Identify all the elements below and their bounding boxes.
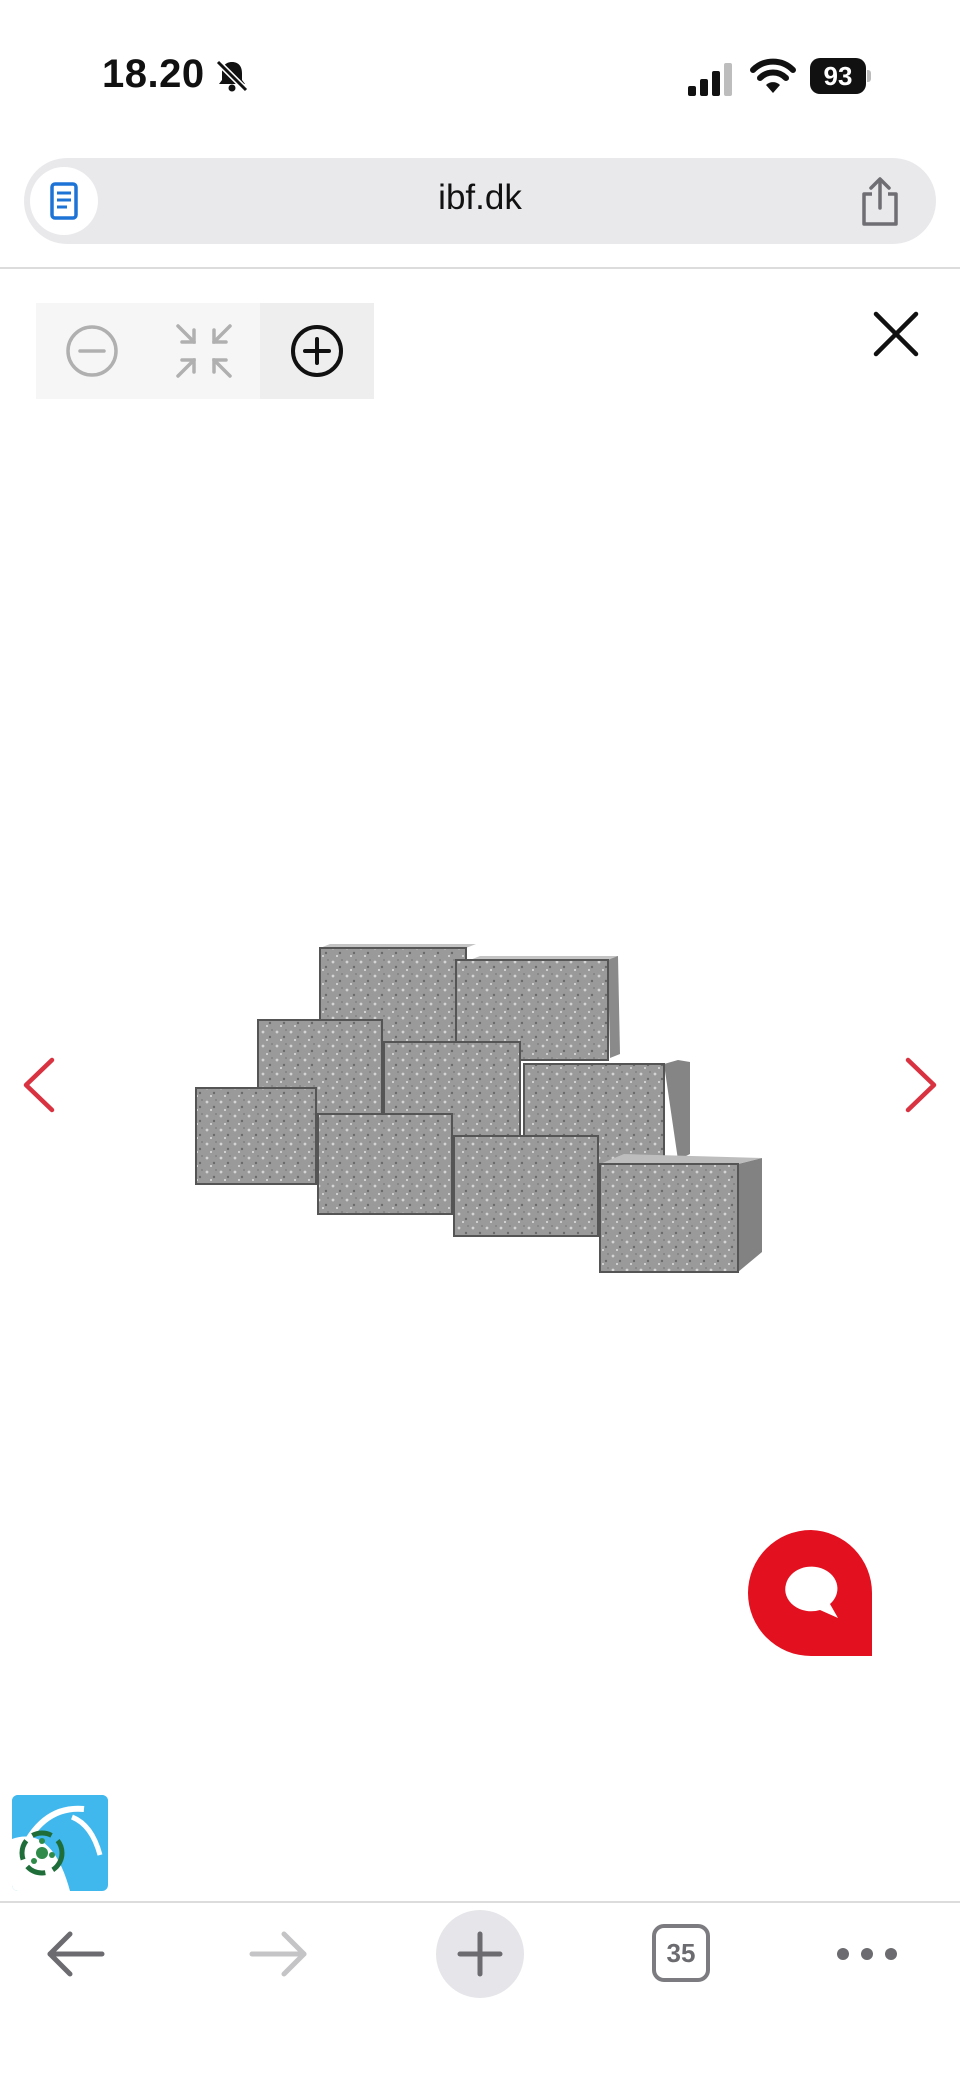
new-tab-button[interactable] bbox=[436, 1910, 524, 1998]
fit-screen-button[interactable] bbox=[148, 303, 260, 399]
accessibility-badge[interactable] bbox=[12, 1795, 108, 1891]
zoom-in-icon bbox=[291, 325, 343, 377]
battery-indicator: 93 bbox=[810, 58, 872, 94]
plus-icon bbox=[457, 1931, 503, 1977]
signal-icon bbox=[688, 63, 732, 96]
zoom-out-button[interactable] bbox=[36, 303, 148, 399]
close-icon[interactable] bbox=[868, 306, 924, 362]
url-text[interactable]: ibf.dk bbox=[0, 178, 960, 218]
fit-screen-icon bbox=[176, 324, 232, 378]
share-icon[interactable] bbox=[856, 176, 904, 228]
wifi-icon bbox=[750, 58, 796, 93]
tabs-button[interactable]: 35 bbox=[652, 1924, 710, 1982]
more-icon[interactable] bbox=[834, 1940, 900, 1968]
back-arrow-icon[interactable] bbox=[44, 1926, 108, 1982]
chat-bubble-icon[interactable] bbox=[746, 1528, 876, 1658]
chevron-right-icon[interactable] bbox=[896, 1052, 946, 1118]
tab-count: 35 bbox=[666, 1938, 696, 1968]
status-time: 18.20 bbox=[102, 52, 205, 96]
divider bbox=[0, 267, 960, 269]
zoom-in-button[interactable] bbox=[260, 303, 374, 399]
accessibility-badge-icon bbox=[12, 1795, 108, 1891]
divider bbox=[0, 1901, 960, 1903]
chevron-left-icon[interactable] bbox=[14, 1052, 64, 1118]
bell-slash-icon bbox=[215, 59, 249, 93]
battery-level: 93 bbox=[823, 61, 853, 91]
zoom-out-icon bbox=[66, 325, 118, 377]
product-image bbox=[195, 944, 762, 1273]
forward-arrow-icon[interactable] bbox=[246, 1926, 310, 1982]
